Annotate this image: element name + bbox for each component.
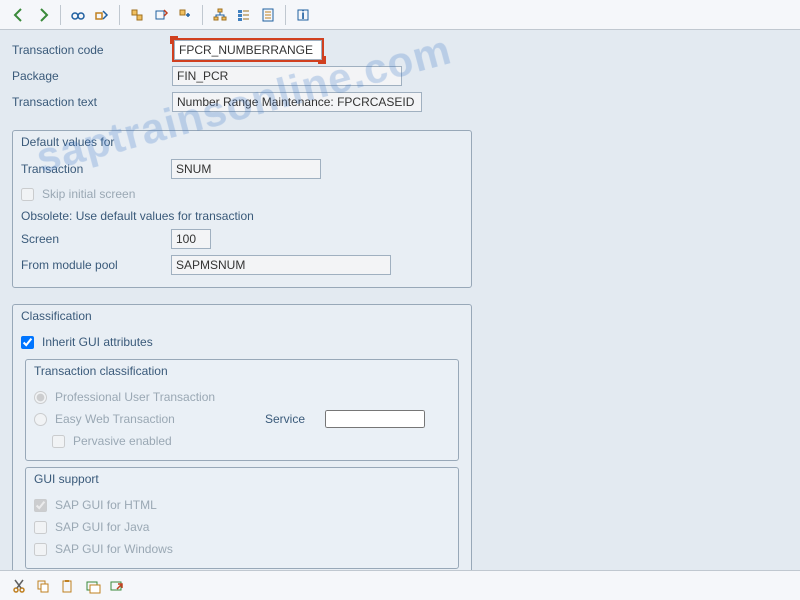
transaction-text-input[interactable]: [172, 92, 422, 112]
transaction-code-input[interactable]: [174, 40, 322, 60]
professional-radio: [34, 391, 47, 404]
skip-initial-label: Skip initial screen: [42, 187, 135, 201]
easy-web-label: Easy Web Transaction: [55, 412, 265, 426]
gui-windows-checkbox: [34, 543, 47, 556]
paste-icon[interactable]: [56, 575, 78, 597]
other-object-icon[interactable]: [126, 4, 148, 26]
gui-support-title: GUI support: [26, 468, 458, 490]
gui-html-label: SAP GUI for HTML: [55, 498, 157, 512]
gui-support-groupbox: GUI support SAP GUI for HTML SAP GUI for…: [25, 467, 459, 569]
toolbar-separator: [285, 5, 286, 25]
gui-windows-label: SAP GUI for Windows: [55, 542, 173, 556]
gui-java-label: SAP GUI for Java: [55, 520, 149, 534]
transaction-classification-groupbox: Transaction classification Professional …: [25, 359, 459, 461]
obsolete-note: Obsolete: Use default values for transac…: [21, 205, 463, 227]
display-change-icon[interactable]: [91, 4, 113, 26]
transaction-input[interactable]: [171, 159, 321, 179]
package-label: Package: [12, 69, 172, 83]
service-label: Service: [265, 412, 325, 426]
cut-icon[interactable]: [8, 575, 30, 597]
session-icon[interactable]: [82, 575, 104, 597]
gui-html-checkbox: [34, 499, 47, 512]
inherit-gui-checkbox[interactable]: [21, 336, 34, 349]
transaction-code-label: Transaction code: [12, 43, 172, 57]
screen-input[interactable]: [171, 229, 211, 249]
package-input[interactable]: [172, 66, 402, 86]
service-input: [325, 410, 425, 428]
toolbar-separator: [119, 5, 120, 25]
toolbar-separator: [202, 5, 203, 25]
shortcut-icon[interactable]: [106, 575, 128, 597]
default-values-title: Default values for: [13, 131, 471, 153]
default-values-groupbox: Default values for Transaction Skip init…: [12, 130, 472, 288]
transaction-classification-title: Transaction classification: [26, 360, 458, 382]
top-toolbar: i: [0, 0, 800, 30]
hierarchy-icon[interactable]: [209, 4, 231, 26]
bottom-toolbar: [0, 570, 800, 600]
classification-groupbox: Classification Inherit GUI attributes Tr…: [12, 304, 472, 570]
transaction-code-highlight: [172, 38, 324, 62]
transaction-text-label: Transaction text: [12, 95, 172, 109]
activate-icon[interactable]: [174, 4, 196, 26]
from-module-pool-input[interactable]: [171, 255, 391, 275]
from-module-pool-label: From module pool: [21, 258, 171, 272]
glasses-icon[interactable]: [67, 4, 89, 26]
toolbar-separator: [60, 5, 61, 25]
screen-label: Screen: [21, 232, 171, 246]
object-list-icon[interactable]: [257, 4, 279, 26]
forward-icon[interactable]: [32, 4, 54, 26]
classification-title: Classification: [13, 305, 471, 327]
main-content: Transaction code Package Transaction tex…: [0, 30, 800, 570]
copy-icon[interactable]: [32, 575, 54, 597]
info-icon[interactable]: i: [292, 4, 314, 26]
gui-java-checkbox: [34, 521, 47, 534]
check-icon[interactable]: [150, 4, 172, 26]
transaction-label: Transaction: [21, 162, 171, 176]
pervasive-checkbox: [52, 435, 65, 448]
svg-text:i: i: [301, 8, 304, 22]
skip-initial-checkbox: [21, 188, 34, 201]
professional-label: Professional User Transaction: [55, 390, 215, 404]
pervasive-label: Pervasive enabled: [73, 434, 172, 448]
where-used-icon[interactable]: [233, 4, 255, 26]
easy-web-radio: [34, 413, 47, 426]
back-icon[interactable]: [8, 4, 30, 26]
inherit-gui-label: Inherit GUI attributes: [42, 335, 153, 349]
